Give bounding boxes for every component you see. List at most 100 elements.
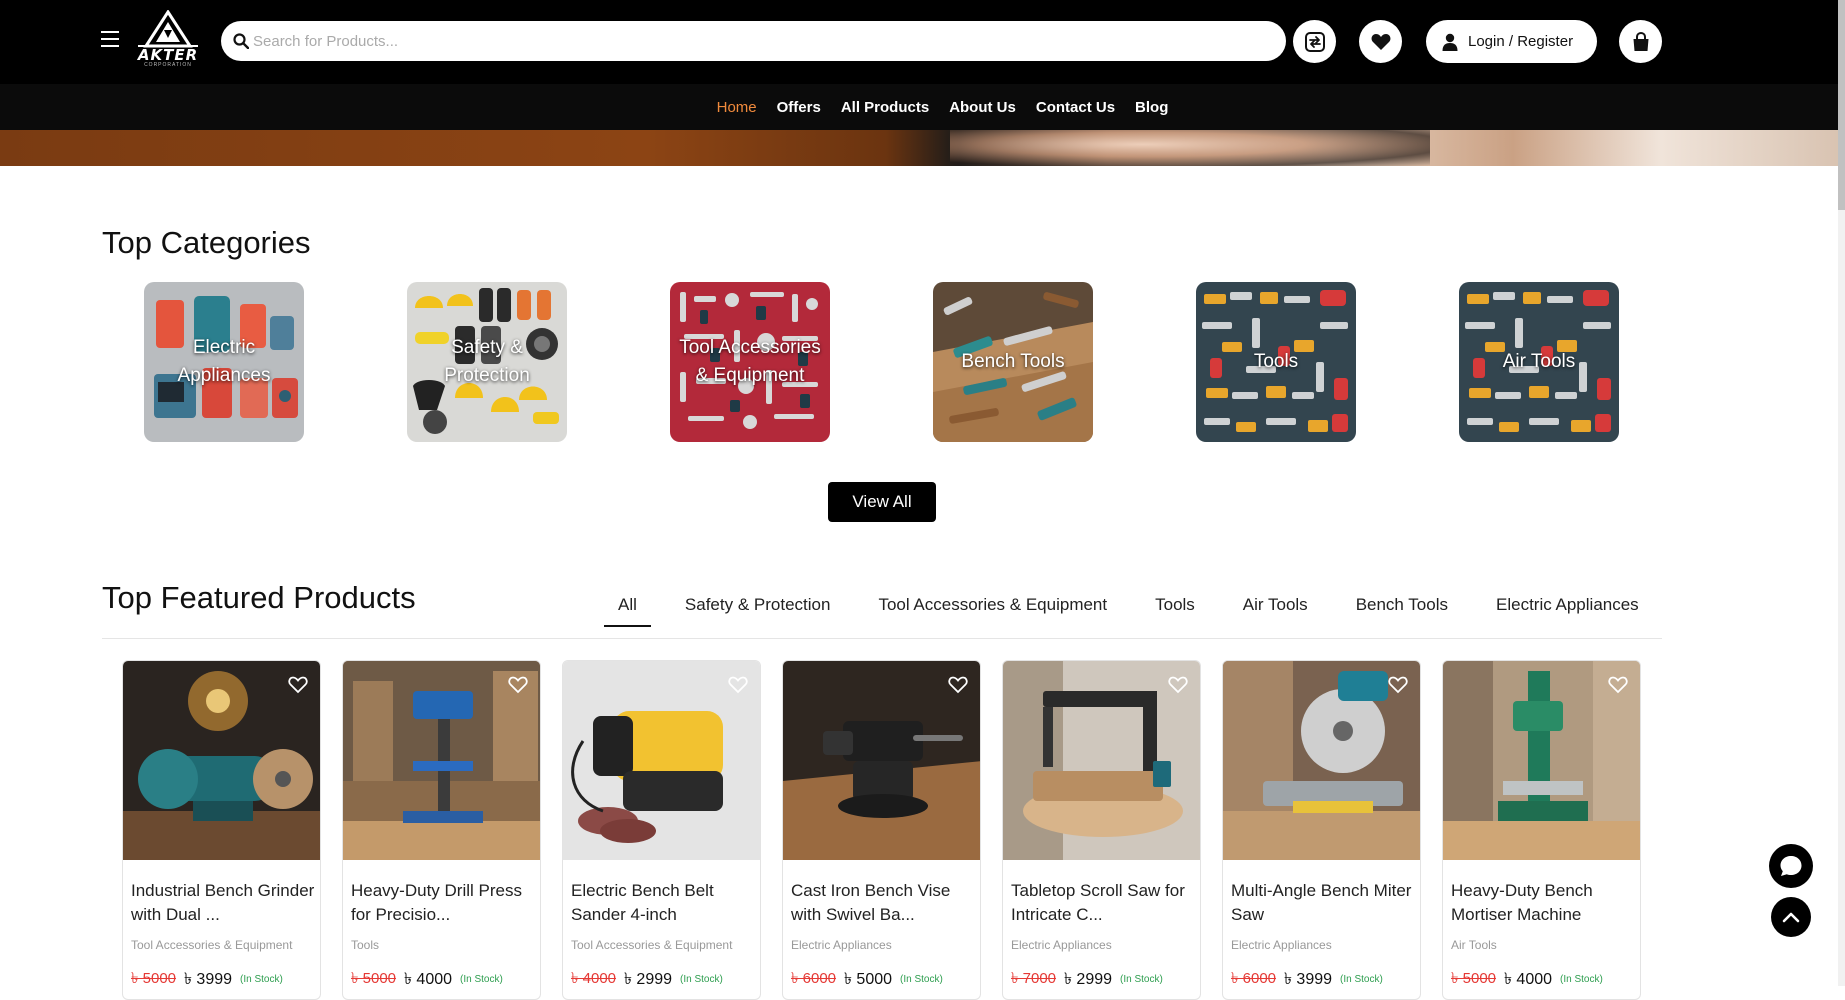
product-price: ৳ 5000 ৳ 3999 (In Stock) [131,966,283,993]
product-card[interactable]: Tabletop Scroll Saw for Intricate C... E… [1002,660,1201,1000]
heart-outline-icon[interactable] [1388,676,1408,694]
product-price: ৳ 7000 ৳ 2999 (In Stock) [1011,966,1163,993]
product-price: ৳ 5000 ৳ 4000 (In Stock) [351,966,503,993]
top-header: AKTER CORPORATION Login / Register [0,0,1845,84]
product-title[interactable]: Heavy-Duty Drill Press for Precisio... [351,879,535,927]
tab-air-tools[interactable]: Air Tools [1229,587,1322,627]
category-tools[interactable]: Tools [1196,282,1356,442]
arrow-up-icon [1782,912,1800,923]
cart-button[interactable] [1619,20,1662,63]
tab-electric-appliances[interactable]: Electric Appliances [1482,587,1653,627]
top-categories-title: Top Categories [102,225,311,260]
old-price: ৳ 4000 [571,970,617,987]
user-icon [1442,33,1458,51]
current-price: ৳ 4000 [404,971,453,988]
product-category: Electric Appliances [1231,938,1332,952]
logo[interactable]: AKTER CORPORATION [128,9,208,68]
nav-offers[interactable]: Offers [777,99,821,116]
product-price: ৳ 5000 ৳ 4000 (In Stock) [1451,966,1603,993]
stock-status: (In Stock) [460,974,503,985]
product-title[interactable]: Multi-Angle Bench Miter Saw [1231,879,1415,927]
current-price: ৳ 2999 [1064,971,1113,988]
old-price: ৳ 6000 [791,970,837,987]
heart-outline-icon[interactable] [288,676,308,694]
category-label: Air Tools [1502,351,1576,372]
product-card[interactable]: Heavy-Duty Bench Mortiser Machine Air To… [1442,660,1641,1000]
featured-products-title: Top Featured Products [102,580,416,615]
stock-status: (In Stock) [900,974,943,985]
search-icon[interactable] [233,33,249,49]
heart-outline-icon[interactable] [1168,676,1188,694]
old-price: ৳ 5000 [1451,970,1497,987]
category-tool-accessories[interactable]: Tool Accessories & Equipment [670,282,830,442]
product-card[interactable]: Electric Bench Belt Sander 4-inch Tool A… [562,660,761,1000]
stock-status: (In Stock) [1120,974,1163,985]
logo-mark [138,9,198,48]
chat-button[interactable] [1769,844,1813,888]
stock-status: (In Stock) [240,974,283,985]
product-title[interactable]: Heavy-Duty Bench Mortiser Machine [1451,879,1635,927]
heart-outline-icon[interactable] [508,676,528,694]
category-label: Electric Appliances [177,337,271,386]
tab-tool-accessories[interactable]: Tool Accessories & Equipment [864,587,1121,627]
old-price: ৳ 7000 [1011,970,1057,987]
category-air-tools[interactable]: Air Tools [1459,282,1619,442]
page-scrollbar[interactable] [1838,0,1845,986]
category-bench-tools[interactable]: Bench Tools [933,282,1093,442]
old-price: ৳ 5000 [351,970,397,987]
product-card[interactable]: Multi-Angle Bench Miter Saw Electric App… [1222,660,1421,1000]
product-category: Tool Accessories & Equipment [571,938,733,952]
category-label: Tool Accessories & Equipment [679,337,821,386]
menu-icon[interactable] [101,31,119,47]
compare-icon [1304,31,1325,52]
search-input[interactable] [253,21,1273,61]
category-label: Bench Tools [961,351,1065,372]
nav-about-us[interactable]: About Us [949,99,1016,116]
product-category: Electric Appliances [1011,938,1112,952]
nav-home[interactable]: Home [717,99,757,116]
product-card[interactable]: Heavy-Duty Drill Press for Precisio... T… [342,660,541,1000]
heart-outline-icon[interactable] [728,676,748,694]
product-card[interactable]: Cast Iron Bench Vise with Swivel Ba... E… [782,660,981,1000]
compare-button[interactable] [1293,20,1336,63]
main-nav: Home Offers All Products About Us Contac… [0,84,1845,130]
heart-outline-icon[interactable] [1608,676,1628,694]
product-title[interactable]: Cast Iron Bench Vise with Swivel Ba... [791,879,975,927]
product-price: ৳ 6000 ৳ 5000 (In Stock) [791,966,943,993]
nav-contact-us[interactable]: Contact Us [1036,99,1115,116]
current-price: ৳ 5000 [844,971,893,988]
wishlist-button[interactable] [1359,20,1402,63]
tab-tools[interactable]: Tools [1141,587,1209,627]
heart-outline-icon[interactable] [948,676,968,694]
scroll-to-top-button[interactable] [1771,897,1811,937]
scrollbar-thumb[interactable] [1838,0,1845,210]
tab-all[interactable]: All [604,587,651,627]
stock-status: (In Stock) [1560,974,1603,985]
featured-tabs: All Safety & Protection Tool Accessories… [604,587,1673,627]
product-category: Tool Accessories & Equipment [131,938,293,952]
category-electric-appliances[interactable]: Electric Appliances [144,282,304,442]
stock-status: (In Stock) [680,974,723,985]
tab-bench-tools[interactable]: Bench Tools [1342,587,1462,627]
current-price: ৳ 3999 [1284,971,1333,988]
tab-safety-protection[interactable]: Safety & Protection [671,587,845,627]
product-category: Air Tools [1451,938,1497,952]
product-title[interactable]: Industrial Bench Grinder with Dual ... [131,879,315,927]
old-price: ৳ 6000 [1231,970,1277,987]
view-all-button[interactable]: View All [828,482,936,522]
product-card[interactable]: Industrial Bench Grinder with Dual ... T… [122,660,321,1000]
product-category: Tools [351,938,380,952]
hero-banner-image [0,130,1845,166]
nav-all-products[interactable]: All Products [841,99,929,116]
chat-icon [1780,856,1802,876]
product-title[interactable]: Tabletop Scroll Saw for Intricate C... [1011,879,1195,927]
category-safety-protection[interactable]: Safety & Protection [407,282,567,442]
product-price: ৳ 4000 ৳ 2999 (In Stock) [571,966,723,993]
product-title[interactable]: Electric Bench Belt Sander 4-inch [571,879,755,927]
nav-blog[interactable]: Blog [1135,99,1168,116]
login-register-label: Login / Register [1468,33,1574,50]
login-register-button[interactable]: Login / Register [1426,20,1597,63]
logo-subtext: CORPORATION [144,62,192,68]
category-label: Tools [1253,351,1299,372]
heart-icon [1371,33,1390,50]
